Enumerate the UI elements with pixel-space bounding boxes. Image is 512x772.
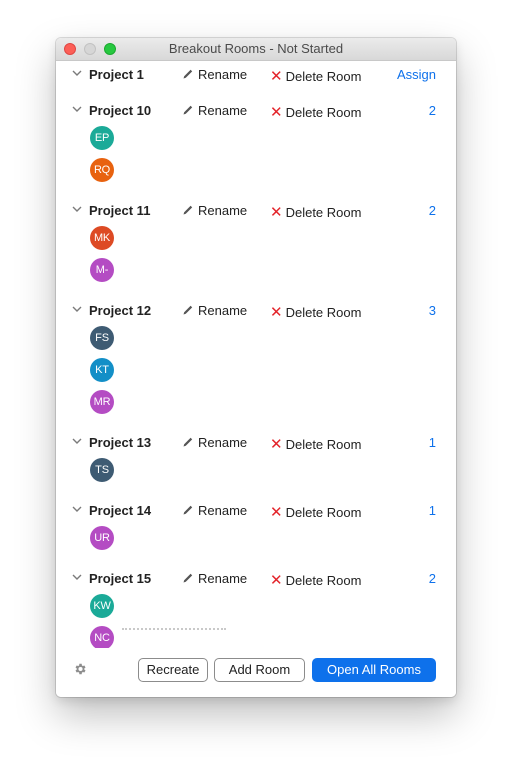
close-icon: ✕ (270, 304, 283, 321)
room-name: Project 15 (89, 571, 152, 586)
room-header-row: Project 12 Rename ✕ Delete Room 3 (56, 297, 456, 323)
delete-room-button[interactable]: ✕ Delete Room (270, 67, 361, 85)
chevron-down-icon[interactable] (72, 437, 82, 445)
rename-room-button[interactable]: Rename (182, 67, 247, 82)
delete-room-label: Delete Room (285, 305, 362, 320)
rename-room-button[interactable]: Rename (182, 203, 247, 218)
room-participant-count[interactable]: 1 (429, 503, 436, 518)
pencil-icon (183, 505, 193, 515)
delete-room-label: Delete Room (285, 105, 362, 120)
window-title: Breakout Rooms - Not Started (168, 41, 344, 56)
room-header-row: Project 15 Rename ✕ Delete Room 2 (56, 565, 456, 591)
room-name: Project 10 (89, 103, 152, 118)
room-list[interactable]: Project 1 Rename ✕ Delete Room Assign Project… (56, 61, 456, 648)
breakout-rooms-window: Breakout Rooms - Not Started Project 1 Re… (56, 38, 456, 697)
participant-name-truncated (122, 628, 226, 630)
room-name: Project 13 (89, 435, 152, 450)
close-icon: ✕ (270, 204, 283, 221)
pencil-icon (183, 573, 193, 583)
close-icon: ✕ (270, 104, 283, 121)
rename-label: Rename (198, 503, 248, 518)
participant-avatar[interactable]: MR (90, 390, 114, 414)
title-bar: Breakout Rooms - Not Started (56, 38, 456, 61)
close-icon: ✕ (270, 436, 283, 453)
pencil-icon (183, 205, 193, 215)
delete-room-button[interactable]: ✕ Delete Room (270, 571, 361, 589)
room-name: Project 14 (89, 503, 152, 518)
pencil-icon (183, 69, 193, 79)
close-icon: ✕ (270, 504, 283, 521)
chevron-down-icon[interactable] (72, 305, 82, 313)
room-participant-count[interactable]: 1 (429, 435, 436, 450)
rename-label: Rename (198, 67, 248, 82)
pencil-icon (183, 305, 193, 315)
delete-room-button[interactable]: ✕ Delete Room (270, 103, 361, 121)
room-participant-count[interactable]: 2 (429, 103, 436, 118)
footer-bar: Recreate Add Room Open All Rooms (56, 648, 456, 697)
delete-room-button[interactable]: ✕ Delete Room (270, 435, 361, 453)
participant-avatar[interactable]: UR (90, 526, 114, 550)
room-header-row: Project 13 Rename ✕ Delete Room 1 (56, 429, 456, 455)
participant-avatar[interactable]: KW (90, 594, 114, 618)
participant-avatar[interactable]: RQ (90, 158, 114, 182)
close-icon: ✕ (270, 572, 283, 589)
room-name: Project 1 (89, 67, 144, 82)
rename-room-button[interactable]: Rename (182, 503, 247, 518)
room-header-row: Project 10 Rename ✕ Delete Room 2 (56, 97, 456, 123)
rename-label: Rename (198, 571, 248, 586)
participant-avatar[interactable]: KT (90, 358, 114, 382)
rename-label: Rename (198, 303, 248, 318)
room-participant-count[interactable]: Assign (397, 67, 436, 82)
room-header-row: Project 14 Rename ✕ Delete Room 1 (56, 497, 456, 523)
delete-room-label: Delete Room (285, 205, 362, 220)
participant-avatar[interactable]: EP (90, 126, 114, 150)
chevron-down-icon[interactable] (72, 505, 82, 513)
participant-avatar[interactable]: M- (90, 258, 114, 282)
rename-label: Rename (198, 103, 248, 118)
close-icon: ✕ (270, 68, 283, 85)
chevron-down-icon[interactable] (72, 573, 82, 581)
delete-room-label: Delete Room (285, 437, 362, 452)
room-participant-count[interactable]: 3 (429, 303, 436, 318)
delete-room-label: Delete Room (285, 69, 362, 84)
gear-icon[interactable] (73, 662, 87, 676)
room-name: Project 12 (89, 303, 152, 318)
participant-avatar[interactable]: FS (90, 326, 114, 350)
chevron-down-icon[interactable] (72, 205, 82, 213)
delete-room-label: Delete Room (285, 505, 362, 520)
rename-room-button[interactable]: Rename (182, 103, 247, 118)
room-participant-count[interactable]: 2 (429, 203, 436, 218)
rename-label: Rename (198, 435, 248, 450)
pencil-icon (183, 105, 193, 115)
room-name: Project 11 (89, 203, 151, 218)
delete-room-button[interactable]: ✕ Delete Room (270, 203, 361, 221)
add-room-button[interactable]: Add Room (214, 658, 305, 682)
rename-room-button[interactable]: Rename (182, 571, 247, 586)
participant-avatar[interactable]: TS (90, 458, 114, 482)
delete-room-button[interactable]: ✕ Delete Room (270, 503, 361, 521)
pencil-icon (183, 437, 193, 447)
delete-room-label: Delete Room (285, 573, 362, 588)
room-header-row: Project 1 Rename ✕ Delete Room Assign (56, 61, 456, 87)
rename-room-button[interactable]: Rename (182, 435, 247, 450)
room-header-row: Project 11 Rename ✕ Delete Room 2 (56, 197, 456, 223)
open-all-rooms-button[interactable]: Open All Rooms (312, 658, 436, 682)
rename-room-button[interactable]: Rename (182, 303, 247, 318)
participant-avatar[interactable]: NC (90, 626, 114, 648)
chevron-down-icon[interactable] (72, 105, 82, 113)
rename-label: Rename (198, 203, 248, 218)
delete-room-button[interactable]: ✕ Delete Room (270, 303, 361, 321)
recreate-button[interactable]: Recreate (138, 658, 208, 682)
room-participant-count[interactable]: 2 (429, 571, 436, 586)
participant-avatar[interactable]: MK (90, 226, 114, 250)
chevron-down-icon[interactable] (72, 69, 82, 77)
